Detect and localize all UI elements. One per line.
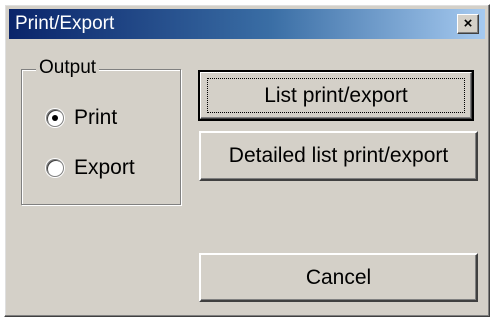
print-export-dialog: Print/Export × Output Print Export List … [4,4,490,317]
output-groupbox: Output Print Export [21,57,181,205]
cancel-label: Cancel [305,265,372,289]
cancel-button[interactable]: Cancel [199,253,478,302]
detailed-list-print-export-label: Detailed list print/export [228,144,449,167]
list-print-export-label: List print/export [264,83,408,107]
radio-selected-icon[interactable] [46,109,64,127]
close-button[interactable]: × [457,14,479,34]
radio-option-print[interactable]: Print [46,104,117,132]
output-group-legend: Output [36,57,100,79]
radio-option-export[interactable]: Export [46,154,135,182]
close-icon: × [463,15,473,32]
window-title: Print/Export [15,13,115,34]
detailed-list-print-export-button[interactable]: Detailed list print/export [199,131,478,181]
title-bar[interactable]: Print/Export × [9,9,485,39]
radio-label-print: Print [74,106,118,129]
list-print-export-button[interactable]: List print/export [198,70,474,121]
radio-unselected-icon[interactable] [46,159,64,177]
radio-label-export: Export [74,156,135,179]
